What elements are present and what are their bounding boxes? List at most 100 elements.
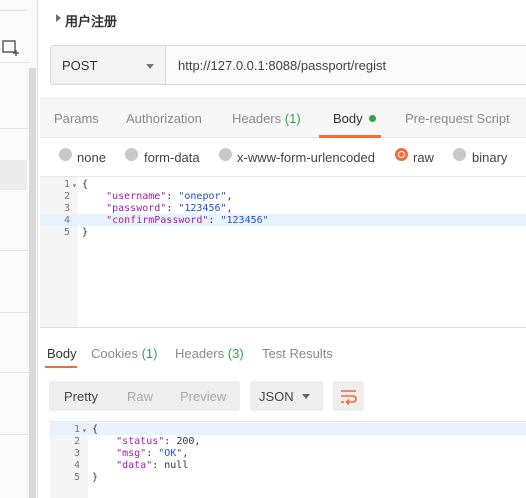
json-key: "username" — [106, 191, 167, 202]
view-raw-button[interactable]: Raw — [127, 389, 153, 404]
postman-window: 用户注册 POST http://127.0.0.1:8088/passport… — [0, 0, 526, 498]
response-body-viewer[interactable]: 1 ▾ { 2 "status": 200, 3 "msg": "OK", 4 … — [50, 421, 526, 498]
line-number: 3 — [63, 203, 70, 214]
json-brace: { — [92, 424, 99, 435]
fold-caret-icon[interactable]: ▾ — [82, 425, 87, 437]
tab-body[interactable]: Body — [333, 111, 376, 126]
request-title[interactable]: 用户注册 — [65, 11, 117, 30]
line-number: 1 — [63, 179, 70, 190]
json-key: "status" — [116, 436, 165, 447]
json-string: "OK" — [158, 448, 183, 459]
code-line: "data": null — [116, 460, 189, 471]
json-string: "123456" — [220, 215, 269, 226]
code-line: "password": "123456", — [106, 203, 233, 214]
resp-tab-test-results[interactable]: Test Results — [262, 346, 333, 361]
line-number: 4 — [63, 215, 70, 226]
resp-tab-body[interactable]: Body — [47, 346, 77, 361]
radio-raw[interactable] — [395, 148, 408, 161]
resp-tab-headers[interactable]: Headers (3) — [175, 346, 244, 361]
resp-tab-headers-label: Headers — [175, 346, 225, 361]
json-brace: } — [82, 227, 89, 238]
request-title-row[interactable]: 用户注册 — [40, 0, 526, 38]
line-number: 2 — [63, 191, 70, 202]
radio-none-label[interactable]: none — [77, 150, 106, 165]
radio-form-data-label[interactable]: form-data — [144, 150, 200, 165]
chevron-down-icon — [146, 64, 154, 69]
json-key: "confirmPassword" — [106, 215, 209, 226]
code-line: { — [82, 179, 88, 191]
body-type-options: none form-data x-www-form-urlencoded raw… — [40, 138, 526, 176]
method-label: POST — [62, 58, 98, 73]
json-string: "123456" — [178, 203, 227, 214]
new-collection-icon[interactable] — [2, 38, 22, 56]
resp-tab-cookies-count: (1) — [141, 346, 158, 361]
code-line: "username": "onepor", — [106, 191, 233, 202]
json-key: "msg" — [116, 448, 147, 459]
sidebar-divider — [0, 434, 30, 435]
sidebar-item-selected[interactable] — [0, 160, 27, 190]
caret-right-icon[interactable] — [56, 14, 61, 22]
json-brace: } — [92, 472, 99, 483]
json-number: 200 — [176, 436, 195, 447]
request-panel: 用户注册 POST http://127.0.0.1:8088/passport… — [40, 0, 526, 498]
sidebar-divider — [0, 372, 30, 373]
tab-headers[interactable]: Headers (1) — [232, 111, 301, 126]
line-number: 2 — [73, 436, 80, 447]
radio-binary[interactable] — [453, 148, 466, 161]
code-line: "status": 200, — [116, 436, 201, 447]
body-indicator-dot-icon — [368, 115, 376, 123]
format-select[interactable]: JSON — [250, 381, 323, 411]
radio-urlencoded-label[interactable]: x-www-form-urlencoded — [237, 150, 375, 165]
sidebar-divider — [0, 62, 30, 63]
code-line: } — [92, 472, 98, 484]
format-label: JSON — [259, 389, 294, 404]
view-pretty-button[interactable]: Pretty — [64, 389, 98, 404]
method-select[interactable]: POST — [50, 45, 165, 85]
radio-binary-label[interactable]: binary — [472, 150, 507, 165]
json-key: "password" — [106, 203, 167, 214]
radio-form-data[interactable] — [125, 148, 138, 161]
code-line: { — [92, 424, 98, 436]
sidebar-divider — [0, 128, 30, 129]
line-number: 4 — [73, 460, 80, 471]
sidebar — [0, 0, 38, 498]
line-number: 3 — [73, 448, 80, 459]
tab-prerequest-script[interactable]: Pre-request Script — [405, 111, 510, 126]
tab-body-label: Body — [333, 111, 363, 126]
response-tabs: Body Cookies (1) Headers (3) Test Result… — [40, 338, 526, 368]
tab-authorization[interactable]: Authorization — [126, 111, 202, 126]
url-text: http://127.0.0.1:8088/passport/regist — [178, 58, 387, 73]
line-number: 5 — [63, 227, 70, 238]
code-line: "msg": "OK", — [116, 448, 189, 459]
sidebar-scrollbar[interactable] — [29, 68, 36, 498]
radio-urlencoded[interactable] — [219, 148, 232, 161]
fold-caret-icon[interactable]: ▾ — [72, 180, 77, 192]
active-tab-underline — [45, 366, 77, 368]
json-key: "data" — [116, 460, 153, 471]
active-line-highlight — [50, 423, 526, 435]
wrap-lines-button[interactable] — [333, 381, 364, 411]
line-number: 5 — [73, 472, 80, 483]
url-input[interactable]: http://127.0.0.1:8088/passport/regist — [165, 45, 526, 85]
url-bar: POST http://127.0.0.1:8088/passport/regi… — [50, 45, 526, 85]
radio-none[interactable] — [59, 148, 72, 161]
radio-raw-label[interactable]: raw — [413, 150, 434, 165]
view-mode-segmented: Pretty Raw Preview — [49, 381, 240, 411]
resp-tab-cookies[interactable]: Cookies (1) — [91, 346, 157, 361]
resp-tab-headers-count: (3) — [227, 346, 244, 361]
sidebar-divider — [0, 312, 30, 313]
chevron-down-icon — [302, 394, 310, 399]
sidebar-divider — [0, 10, 26, 11]
json-string: "onepor" — [178, 191, 227, 202]
line-number: 1 — [73, 424, 80, 435]
request-tabs: Params Authorization Headers (1) Body Pr… — [40, 98, 526, 138]
code-line: "confirmPassword": "123456" — [106, 215, 269, 226]
code-line: } — [82, 227, 88, 239]
view-preview-button[interactable]: Preview — [180, 389, 226, 404]
tab-params[interactable]: Params — [54, 111, 99, 126]
request-body-editor[interactable]: 1 ▾ { 2 "username": "onepor", 3 "passwor… — [40, 176, 526, 328]
json-null: null — [164, 460, 189, 471]
json-brace: { — [82, 179, 89, 190]
wrap-lines-icon — [341, 390, 357, 406]
sidebar-divider — [0, 250, 30, 251]
